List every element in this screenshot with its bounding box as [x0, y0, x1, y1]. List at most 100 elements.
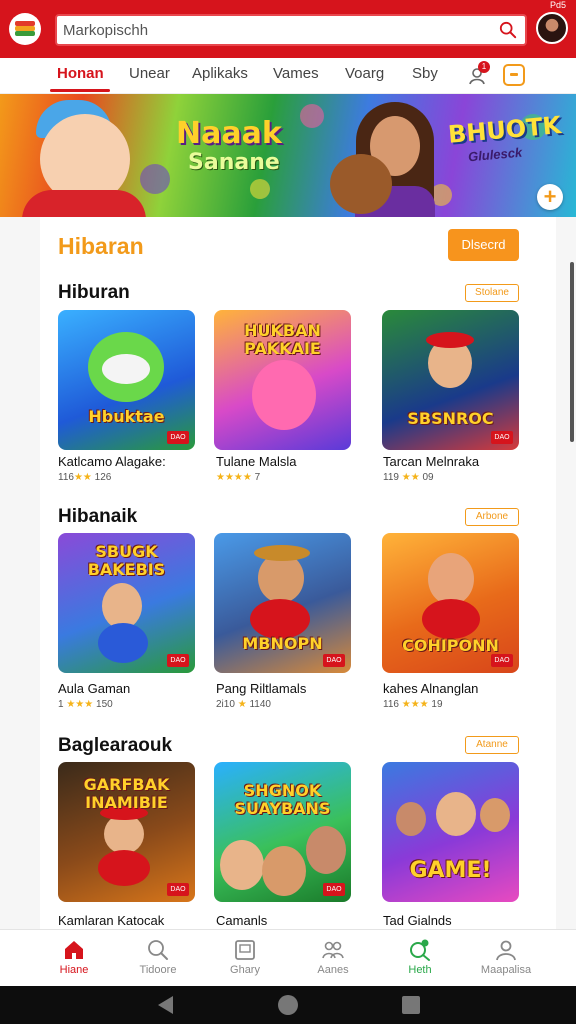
game-thumbnail[interactable]: SBSNROC DAO — [382, 310, 519, 450]
home-circle-icon[interactable] — [278, 995, 298, 1015]
recent-apps-icon[interactable] — [402, 996, 420, 1014]
bear-illustration — [330, 154, 392, 214]
nav-label: Tidoore — [139, 964, 177, 976]
game-thumbnail[interactable]: GARFBAK INAMIBIE DAO — [58, 762, 195, 902]
gallery-icon — [235, 940, 255, 960]
game-art-title: Hbuktae — [88, 407, 165, 426]
people-icon — [322, 941, 344, 959]
game-art-title: SHGNOK SUAYBANS — [234, 781, 331, 818]
game-thumbnail[interactable]: SHGNOK SUAYBANS DAO — [214, 762, 351, 902]
game-thumbnail[interactable]: SBUGK BAKEBIS DAO — [58, 533, 195, 673]
tab-aplikaks[interactable]: Aplikaks — [192, 65, 248, 82]
game-rating: 119 ★★ 09 — [383, 472, 434, 483]
banner-subtitle: Sanane — [188, 150, 280, 175]
add-icon[interactable]: + — [537, 184, 563, 210]
star-icon: ★★ — [401, 472, 420, 483]
system-navigation-bar — [0, 986, 576, 1024]
page-title: Hibaran — [58, 233, 144, 259]
game-thumbnail[interactable]: HUKBAN PAKKAIE — [214, 310, 351, 450]
game-name[interactable]: Aula Gaman — [58, 681, 130, 696]
nav-label: Hiane — [59, 964, 89, 976]
rating-count: 150 — [96, 699, 113, 710]
game-tag: DAO — [167, 431, 189, 444]
tab-unear[interactable]: Unear — [129, 65, 170, 82]
discover-icon — [410, 939, 430, 961]
game-tag: DAO — [167, 883, 189, 896]
game-thumbnail[interactable]: GAME! — [382, 762, 519, 902]
game-art-title: SBUGK BAKEBIS — [87, 542, 166, 579]
discover-button[interactable]: Dlsecrd — [448, 229, 519, 261]
user-avatar[interactable] — [536, 12, 568, 44]
app-header: Pd5 — [0, 0, 576, 58]
game-art-title: SBSNROC — [407, 409, 494, 428]
game-name[interactable]: Tad Gialnds — [383, 913, 452, 928]
see-all-button[interactable]: Arbone — [465, 508, 519, 526]
see-all-button[interactable]: Stolane — [465, 284, 519, 302]
search-input[interactable] — [63, 18, 483, 42]
game-thumbnail[interactable]: COHIPONN DAO — [382, 533, 519, 673]
nav-discover[interactable]: Heth — [372, 930, 468, 987]
game-name[interactable]: Tulane Malsla — [216, 454, 296, 469]
home-icon — [65, 941, 83, 959]
mascot-body — [22, 190, 146, 217]
search-icon[interactable] — [499, 21, 517, 39]
rating-value: 119 — [383, 472, 399, 483]
promo-banner[interactable]: Naaak Sanane BHUOTK Glulesck — [0, 94, 576, 217]
game-art-title: COHIPONN — [402, 636, 499, 655]
rating-value: 116 — [383, 699, 399, 710]
profile-icon — [496, 940, 516, 961]
game-rating: 116 ★★★ 19 — [383, 699, 443, 710]
nav-home[interactable]: Hiane — [26, 930, 122, 987]
app-logo[interactable] — [9, 13, 41, 45]
game-tag: DAO — [167, 654, 189, 667]
game-art-title: HUKBAN PAKKAIE — [244, 321, 321, 358]
section-title: Hibanaik — [58, 506, 138, 527]
banner-title: Naaak — [176, 116, 282, 151]
message-icon[interactable] — [503, 64, 525, 86]
bottom-navigation: Hiane Tidoore Ghary Aanes Heth Maapalisa — [0, 929, 576, 986]
search-bar[interactable] — [55, 14, 527, 46]
tab-vames[interactable]: Vames — [273, 65, 319, 82]
tab-voarg[interactable]: Voarg — [345, 65, 384, 82]
rating-count: 126 — [94, 472, 112, 483]
see-all-button[interactable]: Atanne — [465, 736, 519, 754]
game-name[interactable]: Camanls — [216, 913, 267, 928]
section-title: Baglearaouk — [58, 735, 173, 756]
back-icon[interactable] — [158, 996, 173, 1014]
tab-sby[interactable]: Sby — [412, 65, 438, 82]
rating-value: 2i10 — [216, 699, 235, 710]
game-thumbnail[interactable]: MBNOPN DAO — [214, 533, 351, 673]
game-name[interactable]: Kamlaran Katocak — [58, 913, 164, 928]
nav-label: Maapalisa — [480, 964, 532, 976]
game-thumbnail[interactable]: Hbuktae DAO — [58, 310, 195, 450]
game-name[interactable]: Katlcamo Alagake: — [58, 454, 166, 469]
rating-count: 1140 — [249, 699, 271, 710]
star-icon: ★★★★ — [216, 472, 252, 483]
star-icon: ★★ — [73, 472, 92, 483]
scrollbar[interactable] — [570, 262, 574, 442]
nav-people[interactable]: Aanes — [285, 930, 381, 987]
category-tabs: Honan Unear Aplikaks Vames Voarg Sby 1 — [0, 58, 576, 94]
tab-home[interactable]: Honan — [57, 65, 104, 82]
game-name[interactable]: Pang Riltlamals — [216, 681, 306, 696]
books-icon — [15, 21, 35, 37]
nav-label: Aanes — [317, 964, 349, 976]
game-rating: 2i10 ★ 1140 — [216, 699, 271, 710]
game-tag: DAO — [323, 654, 345, 667]
game-name[interactable]: Tarcan Melnraka — [383, 454, 479, 469]
game-art-title: GAME! — [409, 858, 492, 883]
nav-label: Ghary — [230, 964, 260, 976]
notification-badge: 1 — [478, 61, 490, 73]
game-rating: ★★★★ 7 — [216, 472, 260, 483]
star-icon: ★ — [237, 699, 247, 710]
nav-gallery[interactable]: Ghary — [197, 930, 293, 987]
game-art-title: GARFBAK INAMIBIE — [83, 775, 170, 812]
search-icon — [148, 940, 168, 960]
star-icon: ★★★ — [401, 699, 429, 710]
game-name[interactable]: kahes Alnanglan — [383, 681, 478, 696]
game-art-title: MBNOPN — [242, 634, 323, 653]
nav-profile[interactable]: Maapalisa — [458, 930, 554, 987]
nav-search[interactable]: Tidoore — [110, 930, 206, 987]
game-rating: 116★★ 126 — [58, 472, 111, 483]
game-tag: DAO — [323, 883, 345, 896]
